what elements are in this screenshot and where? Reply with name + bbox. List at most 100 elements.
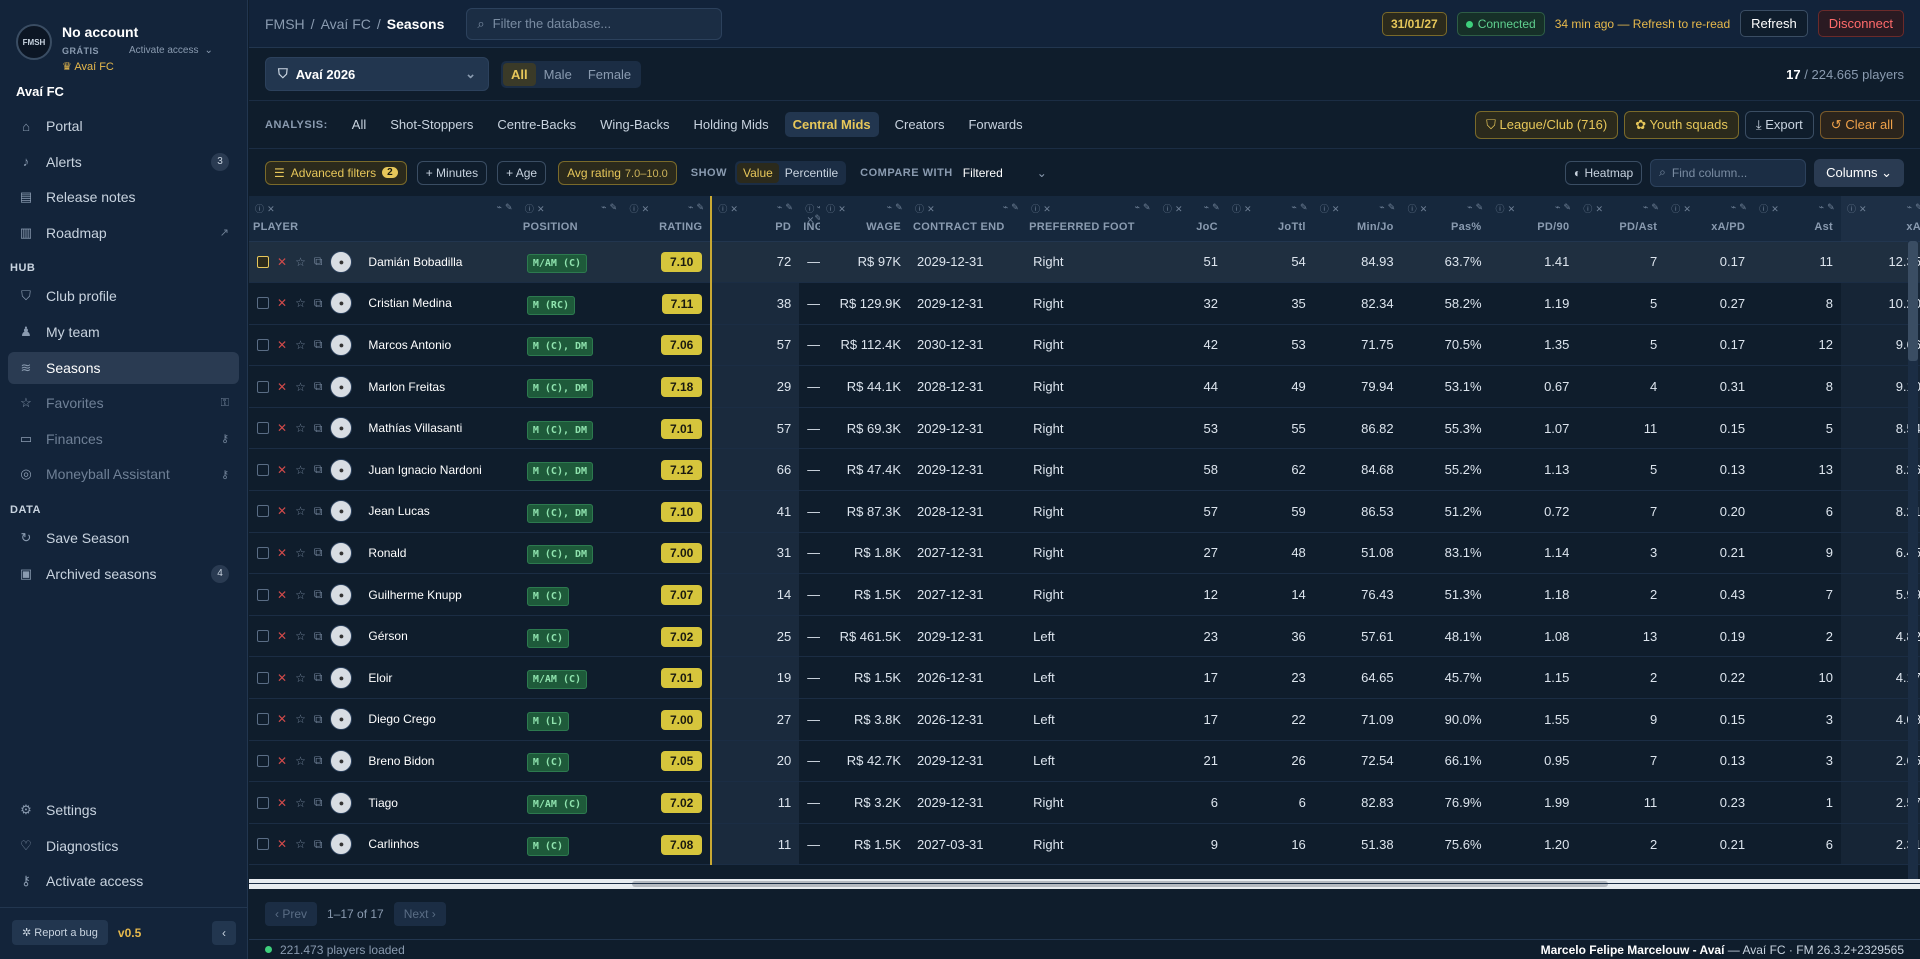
table-row[interactable]: ✕ ☆ ⧉ ● Cristian Medina M (RC) 7.11 38— R$ 129.9… [249,282,1920,325]
column-header-ing[interactable]: ⓘ ✕⌁ ✎ING [799,196,823,242]
row-checkbox[interactable] [257,380,269,393]
remove-icon[interactable]: ✕ [277,837,287,851]
avg-rating-filter-chip[interactable]: Avg rating 7.0–10.0 [558,160,677,185]
player-name-link[interactable]: Ronald [368,546,406,560]
sidebar-item-save-season[interactable]: ↻ Save Season [8,522,239,554]
table-row[interactable]: ✕ ☆ ⧉ ● Marcos Antonio M (C), DM 7.06 57— R$ 112… [249,324,1920,367]
copy-icon[interactable]: ⧉ [314,296,323,311]
table-row[interactable]: ✕ ☆ ⧉ ● Damián Bobadilla M/AM (C) 7.10 72— R$ 97… [249,241,1920,284]
player-name-link[interactable]: Breno Bidon [368,754,434,768]
remove-icon[interactable]: ✕ [277,754,287,768]
add-age-filter-button[interactable]: + Age [497,160,547,185]
gender-option-male[interactable]: Male [536,63,580,86]
remove-icon[interactable]: ✕ [277,629,287,643]
tab-wing-backs[interactable]: Wing-Backs [592,112,677,137]
player-name-link[interactable]: Marcos Antonio [368,338,451,352]
column-header-min-jo[interactable]: ⓘ ✕ ⌁ ✎ Min/Jo [1313,196,1402,242]
sidebar-item-my-team[interactable]: ♟ My team [8,316,239,348]
row-checkbox[interactable] [257,546,269,559]
table-row[interactable]: ✕ ☆ ⧉ ● Eloir M/AM (C) 7.01 19— R$ 1.5K 2026-12-3… [249,656,1920,700]
youth-squads-button[interactable]: ✿ Youth squads [1624,110,1739,139]
copy-icon[interactable]: ⧉ [314,629,323,644]
tab-central-mids[interactable]: Central Mids [784,112,879,137]
show-percentile-option[interactable]: Percentile [779,163,844,183]
remove-icon[interactable]: ✕ [277,463,287,477]
sidebar-item-finances[interactable]: ▭ Finances ⚷ [8,423,239,455]
column-header-pas[interactable]: ⓘ ✕ ⌁ ✎ Pas% [1401,196,1490,242]
refresh-button[interactable]: Refresh [1740,10,1808,37]
table-row[interactable]: ✕ ☆ ⧉ ● Marlon Freitas M (C), DM 7.18 29— R$ 44.… [249,365,1920,408]
star-icon[interactable]: ☆ [295,296,306,310]
player-name-link[interactable]: Juan Ignacio Nardoni [368,463,481,477]
remove-icon[interactable]: ✕ [277,671,287,685]
vertical-scrollbar[interactable] [1908,241,1918,879]
remove-icon[interactable]: ✕ [277,421,287,435]
pin-icon[interactable]: ⌁ ✎ [777,202,793,215]
copy-icon[interactable]: ⧉ [314,795,323,810]
account-panel[interactable]: FMSH No account GRÁTIS Activate access ⌄… [0,0,247,73]
remove-icon[interactable]: ✕ [277,504,287,518]
player-name-link[interactable]: Marlon Freitas [368,380,445,394]
player-name-link[interactable]: Jean Lucas [368,504,429,518]
sidebar-item-moneyball-assistant[interactable]: ◎ Moneyball Assistant ⚷ [8,458,239,490]
remove-icon[interactable]: ✕ [277,296,287,310]
find-column-input[interactable]: ⌕ Find column... [1650,158,1807,187]
table-row[interactable]: ✕ ☆ ⧉ ● Carlinhos M (C) 7.08 11— R$ 1.5K 2027-03-… [249,823,1920,866]
row-checkbox[interactable] [257,838,269,851]
pin-icon[interactable]: ⌁ ✎ [1003,202,1019,215]
sidebar-item-club-profile[interactable]: ⛉ Club profile [8,280,239,312]
remove-icon[interactable]: ✕ [277,546,287,560]
pin-icon[interactable]: ⌁ ✎ [1907,202,1920,215]
player-name-link[interactable]: Cristian Medina [368,296,451,310]
table-row[interactable]: ✕ ☆ ⧉ ● Tiago M/AM (C) 7.02 11— R$ 3.2K 2029-12-3… [249,781,1920,824]
vertical-scroll-thumb[interactable] [1908,241,1918,361]
column-header-ast[interactable]: ⓘ ✕ ⌁ ✎ Ast [1753,196,1841,242]
pin-icon[interactable]: ⌁ ✎ [1467,202,1483,215]
search-input[interactable] [492,16,693,31]
player-name-link[interactable]: Eloir [368,671,392,685]
player-name-link[interactable]: Diego Crego [368,712,435,726]
column-header-joc[interactable]: ⓘ ✕ ⌁ ✎ JoC [1156,196,1226,242]
player-name-link[interactable]: Damián Bobadilla [368,255,462,269]
report-bug-button[interactable]: ✲ Report a bug [12,920,108,945]
sidebar-item-roadmap[interactable]: ▥ Roadmap ↗ [8,217,239,249]
copy-icon[interactable]: ⧉ [314,337,323,352]
star-icon[interactable]: ☆ [295,504,306,518]
pin-icon[interactable]: ⌁ ✎ [1379,202,1395,215]
sidebar-item-favorites[interactable]: ☆ Favorites ⚿ [8,387,239,419]
pin-icon[interactable]: ⌁ ✎ [1643,202,1659,215]
row-checkbox[interactable] [257,255,269,268]
remove-icon[interactable]: ✕ [277,712,287,726]
copy-icon[interactable]: ⧉ [314,254,323,269]
pin-icon[interactable]: ⌁ ✎ [497,202,513,215]
star-icon[interactable]: ☆ [295,837,306,851]
pin-icon[interactable]: ⌁ ✎ [1135,202,1151,215]
remove-icon[interactable]: ✕ [277,796,287,810]
star-icon[interactable]: ☆ [295,796,306,810]
squad-select[interactable]: ⛉ Avaí 2026 ⌄ [265,57,489,91]
star-icon[interactable]: ☆ [295,255,306,269]
table-row[interactable]: ✕ ☆ ⧉ ● Juan Ignacio Nardoni M (C), DM 7.12 66—… [249,448,1920,492]
row-checkbox[interactable] [257,505,269,518]
player-name-link[interactable]: Mathías Villasanti [368,421,462,435]
tab-holding-mids[interactable]: Holding Mids [685,112,776,137]
gender-option-female[interactable]: Female [580,63,639,86]
column-header-wage[interactable]: ⓘ ✕ ⌁ ✎ WAGE [820,196,909,242]
chevron-down-icon[interactable]: ⌄ [205,45,213,56]
remove-icon[interactable]: ✕ [277,255,287,269]
row-checkbox[interactable] [257,630,269,643]
copy-icon[interactable]: ⧉ [314,587,323,602]
copy-icon[interactable]: ⧉ [314,379,323,394]
prev-page-button[interactable]: ‹ Prev [265,901,318,926]
pin-icon[interactable]: ⌁ ✎ [688,202,704,215]
heatmap-button[interactable]: ◐ Heatmap [1564,160,1643,185]
star-icon[interactable]: ☆ [295,754,306,768]
pin-icon[interactable]: ⌁ ✎ [1731,202,1747,215]
player-name-link[interactable]: Tiago [368,796,398,810]
tab-centre-backs[interactable]: Centre-Backs [489,112,584,137]
pin-icon[interactable]: ⌁ ✎ [1819,202,1835,215]
row-checkbox[interactable] [257,754,269,767]
column-header-player[interactable]: ⓘ ✕ ⌁ ✎ PLAYER [249,196,519,242]
tab-creators[interactable]: Creators [887,112,953,137]
collapse-sidebar-button[interactable]: ‹ [212,920,236,945]
